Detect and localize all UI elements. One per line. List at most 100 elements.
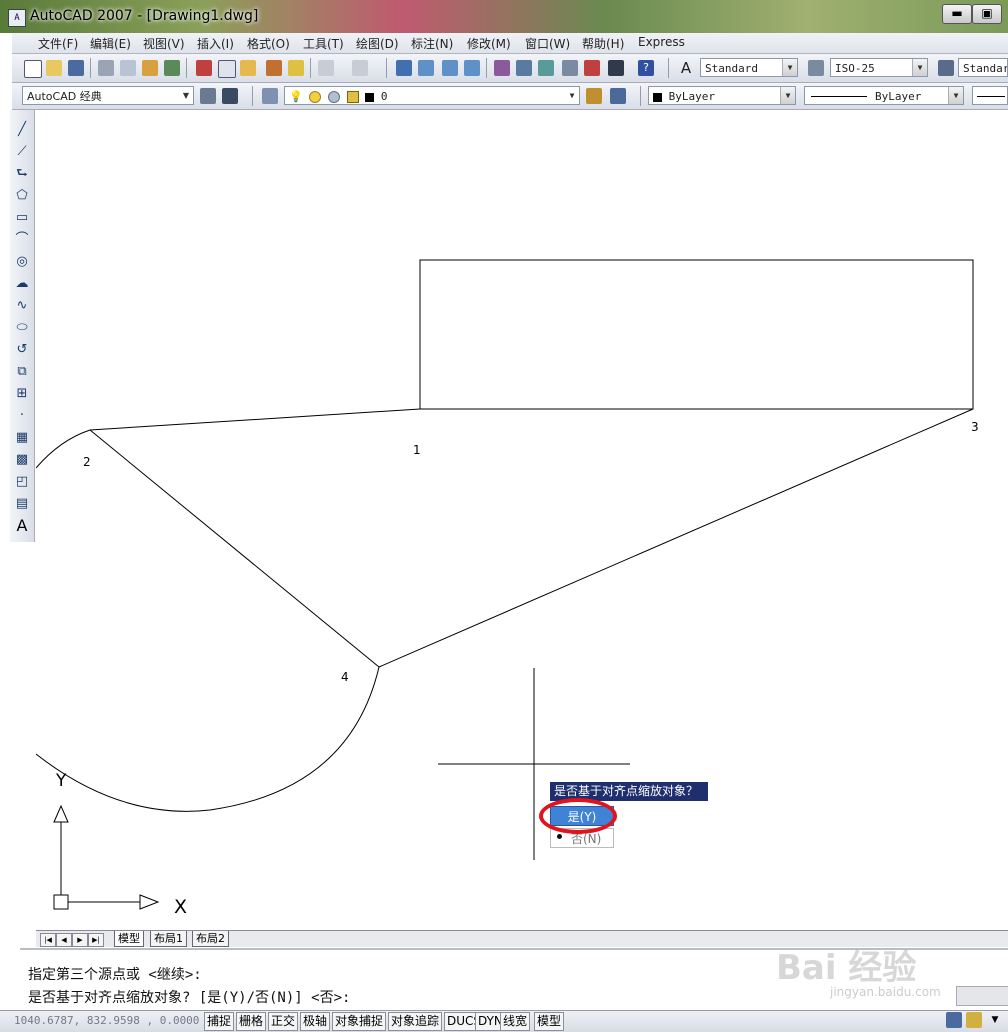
tab-layout2[interactable]: 布局2	[192, 931, 229, 947]
text-style-icon[interactable]: A	[678, 60, 694, 76]
open-file-icon[interactable]	[46, 60, 62, 76]
menu-tools[interactable]: 工具(T)	[303, 35, 344, 52]
table-style-select[interactable]: Standard	[958, 58, 1008, 77]
linetype-control-select[interactable]: ByLayer ▼	[804, 86, 964, 105]
match-properties-icon[interactable]	[266, 60, 282, 76]
plot-icon[interactable]	[98, 60, 114, 76]
paste-icon[interactable]	[240, 60, 256, 76]
minimize-button[interactable]: ▬	[942, 4, 972, 24]
status-menu-chevron-icon[interactable]: ▼	[988, 1012, 1002, 1028]
menu-draw[interactable]: 绘图(D)	[356, 35, 399, 52]
arc-top-left[interactable]	[36, 429, 91, 469]
line-2-4[interactable]	[89, 429, 380, 668]
zoom-previous-icon[interactable]	[464, 60, 480, 76]
dim-style-icon[interactable]	[808, 60, 824, 76]
menu-file[interactable]: 文件(F)	[38, 35, 78, 52]
arc-bottom[interactable]	[36, 666, 380, 812]
osnap-toggle[interactable]: 对象捕捉	[332, 1012, 387, 1031]
chevron-down-icon[interactable]: ▼	[565, 87, 579, 104]
hatch-icon[interactable]: ▦	[12, 428, 32, 448]
lineweight-control-select[interactable]	[972, 86, 1008, 105]
workspace-select[interactable]: AutoCAD 经典 ▼	[22, 86, 194, 105]
model-toggle[interactable]: 模型	[534, 1012, 565, 1031]
spline-icon[interactable]: ∿	[12, 296, 32, 316]
restore-button[interactable]: ▣	[972, 4, 1002, 24]
make-block-icon[interactable]: ⊞	[12, 384, 32, 404]
first-tab-icon[interactable]: |◀	[40, 933, 56, 947]
menu-format[interactable]: 格式(O)	[247, 35, 290, 52]
drawing-area[interactable]: 1 2 3 4 Y X	[36, 111, 1008, 931]
workspace-settings-icon[interactable]	[200, 88, 216, 104]
chevron-down-icon[interactable]: ▼	[948, 87, 963, 104]
menu-edit[interactable]: 编辑(E)	[90, 35, 131, 52]
layer-on-icon[interactable]: 💡	[289, 90, 303, 103]
new-file-icon[interactable]	[24, 60, 42, 78]
polyline-icon[interactable]: ⮑	[12, 164, 32, 184]
grid-toggle[interactable]: 栅格	[236, 1012, 267, 1031]
menu-dimension[interactable]: 标注(N)	[411, 35, 453, 52]
save-icon[interactable]	[68, 60, 84, 76]
communication-center-icon[interactable]	[946, 1012, 962, 1028]
layer-properties-icon[interactable]	[262, 88, 278, 104]
menu-view[interactable]: 视图(V)	[143, 35, 185, 52]
chevron-down-icon[interactable]: ▼	[179, 87, 193, 104]
lock-icon[interactable]	[966, 1012, 982, 1028]
make-object-layer-current-icon[interactable]	[586, 88, 602, 104]
plot-preview-icon[interactable]	[120, 60, 136, 76]
table-style-icon[interactable]	[938, 60, 954, 76]
layer-viewport-icon[interactable]	[327, 91, 340, 103]
chevron-down-icon[interactable]: ▼	[782, 59, 797, 76]
revision-cloud-icon[interactable]: ☁	[12, 274, 32, 294]
calculator-icon[interactable]	[608, 60, 624, 76]
sheet-set-icon[interactable]	[562, 60, 578, 76]
line-4-3[interactable]	[378, 408, 974, 668]
zoom-realtime-icon[interactable]	[418, 60, 434, 76]
dim-style-select[interactable]: ISO-25 ▼	[830, 58, 928, 77]
rectangle-icon[interactable]: ▭	[12, 208, 32, 228]
line-2-1[interactable]	[89, 408, 421, 431]
coordinate-readout[interactable]: 1040.6787, 832.9598 , 0.0000	[14, 1014, 199, 1027]
text-style-select[interactable]: Standard ▼	[700, 58, 798, 77]
prev-tab-icon[interactable]: ◀	[56, 933, 72, 947]
ellipse-icon[interactable]: ⬭	[12, 318, 32, 338]
construction-line-icon[interactable]: ⟋	[12, 142, 32, 162]
rectangle-shape[interactable]	[419, 259, 974, 410]
cut-icon[interactable]	[196, 60, 212, 76]
tab-layout1[interactable]: 布局1	[150, 931, 187, 947]
next-tab-icon[interactable]: ▶	[72, 933, 88, 947]
zoom-window-icon[interactable]	[442, 60, 458, 76]
tool-palettes-icon[interactable]	[538, 60, 554, 76]
insert-block-icon[interactable]: ⧉	[12, 362, 32, 382]
table-icon[interactable]: ▤	[12, 494, 32, 514]
design-center-icon[interactable]	[516, 60, 532, 76]
drawing-svg[interactable]: 1 2 3 4 Y X	[36, 111, 1008, 931]
lineweight-toggle[interactable]: 线宽	[500, 1012, 531, 1031]
properties-icon[interactable]	[494, 60, 510, 76]
ortho-toggle[interactable]: 正交	[268, 1012, 299, 1031]
menu-express[interactable]: Express	[638, 35, 685, 49]
menu-help[interactable]: 帮助(H)	[582, 35, 624, 52]
help-icon[interactable]: ?	[638, 60, 654, 76]
arc-icon[interactable]: ⌒	[12, 230, 32, 250]
gradient-icon[interactable]: ▩	[12, 450, 32, 470]
my-workspace-icon[interactable]	[222, 88, 238, 104]
autocad-app-icon[interactable]: A	[8, 9, 26, 27]
line-tool-icon[interactable]: ╱	[12, 120, 32, 140]
layer-select[interactable]: 💡 0 ▼	[284, 86, 580, 105]
layer-previous-icon[interactable]	[610, 88, 626, 104]
pan-icon[interactable]	[396, 60, 412, 76]
publish-icon[interactable]	[142, 60, 158, 76]
copy-icon[interactable]	[218, 60, 236, 78]
undo-icon[interactable]	[318, 60, 334, 76]
layer-freeze-icon[interactable]	[309, 91, 322, 103]
polygon-icon[interactable]: ⬠	[12, 186, 32, 206]
otrack-toggle[interactable]: 对象追踪	[388, 1012, 443, 1031]
snap-toggle[interactable]: 捕捉	[204, 1012, 235, 1031]
chevron-down-icon[interactable]: ▼	[780, 87, 795, 104]
menu-insert[interactable]: 插入(I)	[197, 35, 234, 52]
multiline-text-icon[interactable]: A	[12, 516, 32, 536]
tab-model[interactable]: 模型	[114, 931, 144, 947]
markup-icon[interactable]	[584, 60, 600, 76]
menu-modify[interactable]: 修改(M)	[467, 35, 511, 52]
point-icon[interactable]: ·	[12, 406, 32, 426]
